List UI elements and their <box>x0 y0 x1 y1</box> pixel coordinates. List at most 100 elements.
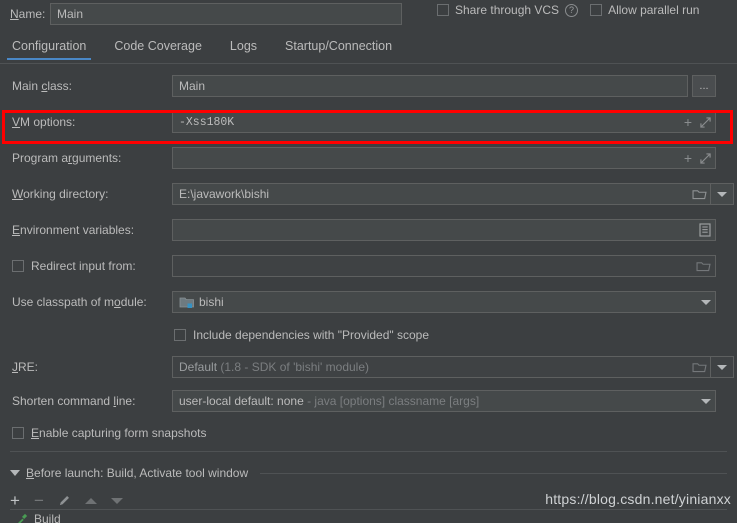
before-launch-move-up-icon[interactable] <box>84 497 97 504</box>
before-launch-header[interactable]: Before launch: Build, Activate tool wind… <box>10 466 727 480</box>
enable-capturing-form-snapshots-label-rest: nable capturing form snapshots <box>39 426 207 440</box>
run-debug-configurations-panel: Name: Main Share through VCS ? Allow par… <box>0 0 737 523</box>
allow-parallel-run-checkbox[interactable] <box>590 4 603 16</box>
include-provided-scope-checkbox[interactable] <box>174 329 186 341</box>
vm-options-expand-icon[interactable] <box>700 116 711 128</box>
share-through-vcs-checkbox[interactable] <box>437 4 449 16</box>
module-icon <box>179 296 194 308</box>
vm-options-value: -Xss180K <box>179 115 235 129</box>
shorten-command-line-value-hint: - java [options] classname [args] <box>307 394 480 408</box>
vm-options-add-icon[interactable]: + <box>684 115 692 129</box>
program-arguments-row: Program arguments: + <box>0 140 737 176</box>
tab-startup-connection-label: Startup/Connection <box>285 39 393 53</box>
environment-variables-edit-icon[interactable] <box>699 223 711 237</box>
jre-buttons <box>688 356 734 378</box>
jre-browse-icon[interactable] <box>688 356 710 378</box>
use-classpath-of-module-label: Use classpath of module: <box>12 295 147 309</box>
working-directory-input[interactable]: E:\javawork\bishi <box>172 183 688 205</box>
before-launch-rule <box>260 472 727 474</box>
program-arguments-input[interactable]: + <box>172 147 716 169</box>
main-class-browse-button[interactable]: ... <box>692 75 716 97</box>
use-classpath-of-module-select[interactable]: bishi <box>172 291 716 313</box>
use-classpath-of-module-row: Use classpath of module: bishi <box>0 284 737 320</box>
jre-row: JRE: Default (1.8 - SDK of 'bishi' modul… <box>0 350 737 384</box>
shorten-command-line-value: user-local default: none - java [options… <box>173 394 479 408</box>
working-directory-browse-icon[interactable] <box>688 183 710 205</box>
tab-code-coverage-label: Code Coverage <box>114 39 202 53</box>
name-label: Name: <box>10 7 46 21</box>
shorten-command-line-value-main: user-local default: none <box>179 394 304 408</box>
name-input-value: Main <box>57 7 84 21</box>
use-classpath-of-module-value: bishi <box>199 295 224 309</box>
include-provided-scope-label: Include dependencies with "Provided" sco… <box>193 328 430 342</box>
redirect-input-from-field-icons <box>696 256 711 276</box>
enable-capturing-form-snapshots-label: Enable capturing form snapshots <box>31 426 207 440</box>
watermark: https://blog.csdn.net/yinianxx <box>545 491 731 507</box>
help-icon[interactable]: ? <box>565 3 579 17</box>
jre-value-main: Default <box>179 360 218 374</box>
jre-label: JRE: <box>12 360 39 374</box>
jre-value-hint: (1.8 - SDK of 'bishi' module) <box>220 360 370 374</box>
include-provided-scope-row: Include dependencies with "Provided" sco… <box>0 320 737 350</box>
vm-options-row: VM options: -Xss180K + <box>0 104 737 140</box>
before-launch-move-down-icon[interactable] <box>110 497 123 504</box>
before-launch-edit-icon[interactable] <box>58 494 71 507</box>
working-directory-buttons <box>688 183 734 205</box>
main-class-input[interactable]: Main <box>172 75 688 97</box>
program-arguments-field-icons: + <box>684 148 711 168</box>
shorten-command-line-select[interactable]: user-local default: none - java [options… <box>172 390 716 412</box>
environment-variables-label: Environment variables: <box>12 223 135 237</box>
main-class-label: Main class: <box>12 79 73 93</box>
redirect-input-from-row: Redirect input from: <box>0 248 737 284</box>
before-launch-add-button[interactable]: + <box>10 492 20 509</box>
before-launch-toolbar: + − <box>10 492 123 509</box>
before-launch-label: Before launch: Build, Activate tool wind… <box>26 466 249 480</box>
vm-options-label: VM options: <box>12 115 76 129</box>
enable-capturing-form-snapshots-checkbox[interactable] <box>12 427 24 439</box>
working-directory-value: E:\javawork\bishi <box>179 187 270 201</box>
main-class-row: Main class: Main ... <box>0 68 737 104</box>
share-through-vcs-label: Share through VCS <box>455 3 560 17</box>
environment-variables-row: Environment variables: <box>0 212 737 248</box>
environment-variables-input[interactable] <box>172 219 716 241</box>
working-directory-row: Working directory: E:\javawork\bishi <box>0 176 737 212</box>
build-hammer-icon <box>17 513 28 523</box>
program-arguments-label: Program arguments: <box>12 151 122 165</box>
tab-configuration[interactable]: Configuration <box>6 36 100 60</box>
tab-startup-connection[interactable]: Startup/Connection <box>285 36 406 60</box>
redirect-input-from-label: Redirect input from: <box>31 259 136 273</box>
vm-options-input[interactable]: -Xss180K + <box>172 111 716 133</box>
tab-separator <box>0 63 737 64</box>
before-launch-task-label: Build <box>34 512 61 523</box>
main-class-browse-label: ... <box>699 80 709 92</box>
jre-dropdown-icon[interactable] <box>711 356 733 378</box>
jre-input[interactable]: Default (1.8 - SDK of 'bishi' module) <box>172 356 688 378</box>
tab-code-coverage[interactable]: Code Coverage <box>114 36 216 60</box>
redirect-input-from-browse-icon[interactable] <box>696 260 711 272</box>
vm-options-field-icons: + <box>684 112 711 132</box>
environment-variables-field-icons <box>699 220 711 240</box>
shorten-command-line-dropdown[interactable] <box>701 391 711 411</box>
before-launch-task-list: Build <box>10 509 727 523</box>
before-launch-collapse-icon[interactable] <box>10 470 20 476</box>
redirect-input-from-label-group: Redirect input from: <box>0 259 172 273</box>
use-classpath-of-module-dropdown[interactable] <box>701 292 711 312</box>
name-input[interactable]: Main <box>50 3 402 25</box>
bottom-separator <box>10 451 727 452</box>
working-directory-dropdown-icon[interactable] <box>711 183 733 205</box>
program-arguments-expand-icon[interactable] <box>700 152 711 164</box>
redirect-input-from-input[interactable] <box>172 255 716 277</box>
before-launch-label-rest: efore launch: Build, Activate tool windo… <box>34 466 249 480</box>
tab-bar: Configuration Code Coverage Logs Startup… <box>0 36 737 63</box>
redirect-input-from-checkbox[interactable] <box>12 260 24 272</box>
shorten-command-line-row: Shorten command line: user-local default… <box>0 384 737 418</box>
jre-value: Default (1.8 - SDK of 'bishi' module) <box>173 360 369 374</box>
before-launch-remove-button[interactable]: − <box>34 492 44 509</box>
program-arguments-add-icon[interactable]: + <box>684 151 692 165</box>
tab-logs[interactable]: Logs <box>230 36 271 60</box>
working-directory-label: Working directory: <box>12 187 109 201</box>
name-label-text: ame: <box>18 7 46 21</box>
enable-capturing-form-snapshots-row: Enable capturing form snapshots <box>0 418 737 448</box>
top-right-options: Share through VCS ? Allow parallel run <box>437 3 699 17</box>
configuration-form: Main class: Main ... VM options: -Xss180… <box>0 68 737 448</box>
